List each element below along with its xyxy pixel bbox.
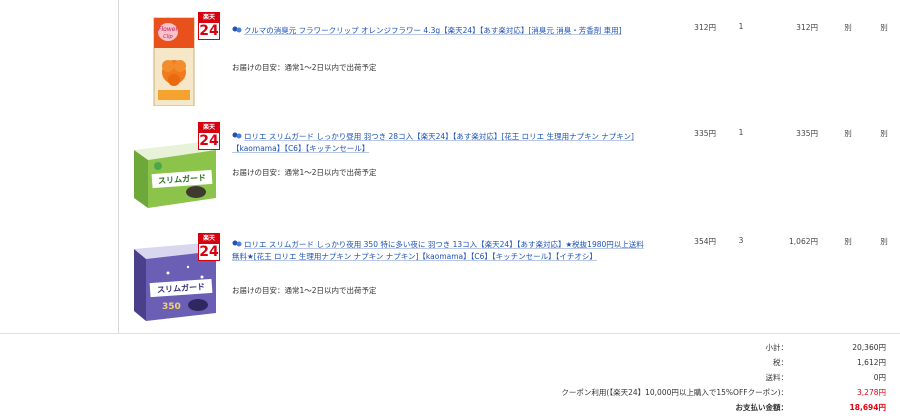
delivery-estimate: お届けの目安：通常1～2日以内で出荷予定 [232, 168, 377, 177]
quantity: 1 [738, 22, 744, 31]
unit-price: 335円 [694, 129, 716, 138]
rakuten-badge-label: 楽天 [199, 234, 219, 244]
rakuten24-badge: 24 [199, 244, 219, 260]
quantity: 1 [738, 128, 744, 137]
svg-text:Flower: Flower [158, 26, 178, 33]
svg-text:Clip: Clip [163, 34, 172, 40]
summary-coupon-row: クーポン利用(【楽天24】10,000円以上購入で15%OFFクーポン)： 3,… [0, 387, 900, 400]
section-divider [0, 333, 900, 334]
delivery-estimate: お届けの目安：通常1～2日以内で出荷予定 [232, 63, 377, 72]
line-subtotal: 1,062円 [789, 237, 818, 246]
delivery-estimate: お届けの目安：通常1～2日以内で出荷予定 [232, 286, 377, 295]
unit-price: 312円 [694, 23, 716, 32]
package-size-text: 350 [162, 302, 181, 312]
summary-total-row: お支払い金額： 18,694円 [0, 402, 900, 415]
shipping-type: 別 [844, 23, 852, 32]
product-title-link[interactable]: ロリエ スリムガード しっかり昼用 羽つき 28コ入【楽天24】【あす楽対応】[… [232, 131, 644, 155]
product-title-text: ロリエ スリムガード しっかり夜用 350 特に多い夜に 羽つき 13コ入【楽天… [232, 240, 644, 261]
rakuten24-badge: 24 [199, 23, 219, 39]
product-thumbnail[interactable]: スリムガード 楽天 24 [128, 120, 224, 216]
unit-price: 354円 [694, 237, 716, 246]
subtotal-label: 小計： [765, 343, 789, 352]
summary-subtotal-row: 小計： 20,360円 [0, 342, 900, 355]
coupon-label: クーポン利用(【楽天24】10,000円以上購入で15%OFFクーポン)： [561, 388, 788, 397]
order-item-row: スリムガード 楽天 24 ロリエ スリムガード しっかり昼用 羽つき 28コ入【… [0, 110, 900, 218]
order-item-row: Flower Clip 楽天 24 クルマの消臭元 フラワークリップ オレンジフ… [0, 0, 900, 108]
rakuten-badge-label: 楽天 [199, 123, 219, 133]
product-title-text: クルマの消臭元 フラワークリップ オレンジフラワー 4.3g【楽天24】【あす楽… [244, 26, 622, 35]
product-title-link[interactable]: クルマの消臭元 フラワークリップ オレンジフラワー 4.3g【楽天24】【あす楽… [232, 25, 644, 37]
line-subtotal: 335円 [796, 129, 818, 138]
fee-type: 別 [880, 23, 888, 32]
shipping-label: 送料： [765, 373, 789, 382]
product-title-link[interactable]: ロリエ スリムガード しっかり夜用 350 特に多い夜に 羽つき 13コ入【楽天… [232, 239, 644, 263]
line-subtotal: 312円 [796, 23, 818, 32]
fee-type: 別 [880, 129, 888, 138]
summary-shipping-row: 送料： 0円 [0, 372, 900, 385]
coupon-discount-value: 3,278円 [857, 388, 886, 397]
subtotal-value: 20,360円 [852, 343, 886, 352]
summary-tax-row: 税： 1,612円 [0, 357, 900, 370]
order-item-row: スリムガード 350 楽天 24 ロリエ スリムガード しっかり夜用 350 特… [0, 221, 900, 329]
shop-icon [232, 132, 242, 139]
total-label: お支払い金額： [735, 403, 789, 412]
shipping-value: 0円 [873, 373, 886, 382]
total-value: 18,694円 [849, 403, 886, 412]
product-title-text: ロリエ スリムガード しっかり昼用 羽つき 28コ入【楽天24】【あす楽対応】[… [232, 132, 634, 153]
shipping-type: 別 [844, 237, 852, 246]
tax-label: 税： [773, 358, 788, 367]
tax-value: 1,612円 [857, 358, 886, 367]
rakuten24-badge: 24 [199, 133, 219, 149]
shipping-type: 別 [844, 129, 852, 138]
order-confirmation-page: Flower Clip 楽天 24 クルマの消臭元 フラワークリップ オレンジフ… [0, 0, 900, 418]
product-thumbnail[interactable]: Flower Clip 楽天 24 [128, 10, 224, 107]
product-thumbnail[interactable]: スリムガード 350 楽天 24 [128, 231, 224, 327]
rakuten-badge-label: 楽天 [199, 13, 219, 23]
shop-icon [232, 26, 242, 33]
fee-type: 別 [880, 237, 888, 246]
quantity: 3 [738, 236, 744, 245]
shop-icon [232, 240, 242, 247]
